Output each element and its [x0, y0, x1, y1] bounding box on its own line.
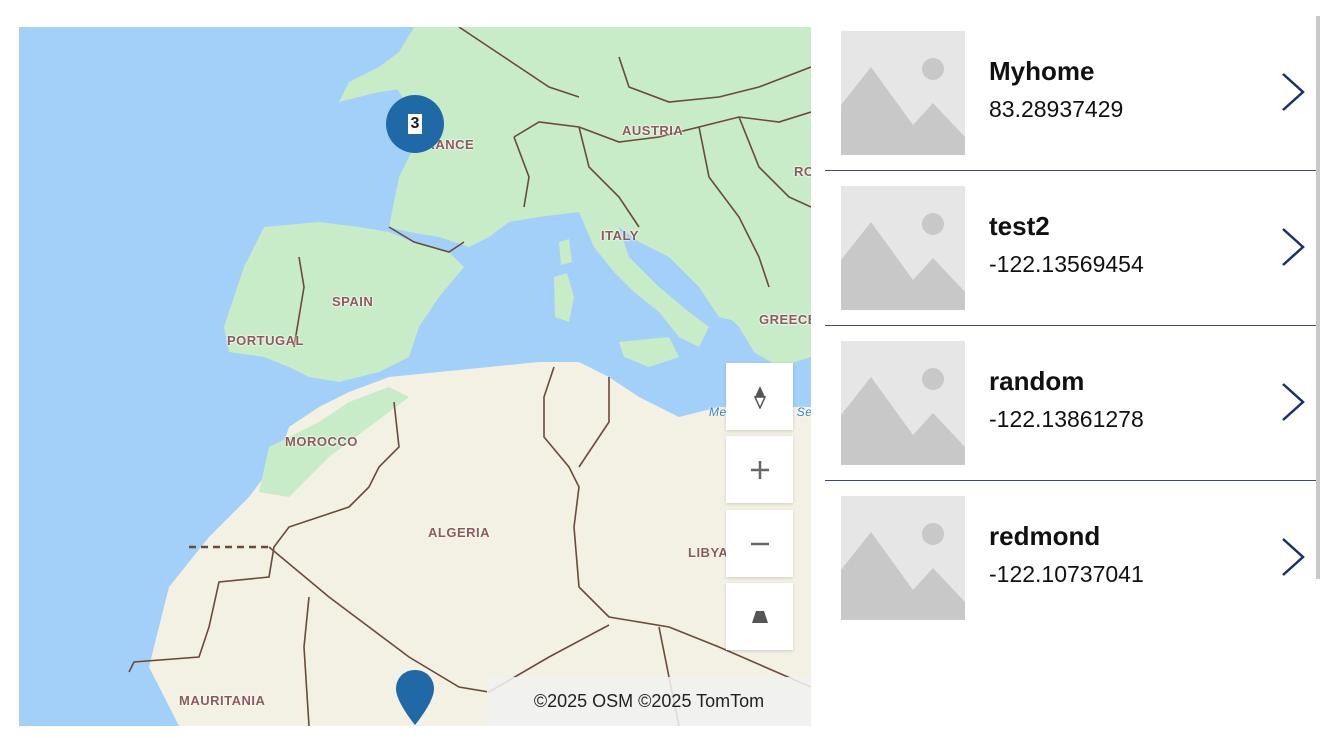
map-view[interactable]: FRANCE AUSTRIA RO ITALY SPAIN PORTUGAL G… — [19, 27, 811, 726]
location-list: Myhome 83.28937429 test2 -122.13569454 r… — [825, 16, 1316, 635]
cluster-count: 3 — [407, 114, 423, 134]
item-subtitle: -122.10737041 — [989, 561, 1144, 587]
image-placeholder-icon — [841, 31, 965, 155]
zoom-in-button[interactable] — [726, 436, 793, 503]
list-scrollbar[interactable] — [1316, 16, 1320, 579]
map-attribution: ©2025 OSM ©2025 TomTom — [487, 677, 811, 726]
label-italy: ITALY — [601, 228, 639, 243]
zoom-out-icon — [750, 542, 769, 545]
zoom-in-icon — [750, 460, 769, 479]
cluster-marker[interactable]: 3 — [386, 95, 444, 153]
compass-button[interactable] — [726, 363, 793, 430]
label-ro: RO — [794, 164, 811, 179]
image-placeholder-icon — [841, 341, 965, 465]
item-subtitle: -122.13861278 — [989, 406, 1144, 432]
map-pin-icon[interactable] — [395, 669, 435, 726]
list-item[interactable]: random -122.13861278 — [825, 326, 1316, 481]
chevron-right-icon[interactable] — [1279, 536, 1307, 578]
item-title: random — [989, 366, 1085, 396]
item-subtitle: -122.13569454 — [989, 251, 1144, 277]
image-placeholder-icon — [841, 496, 965, 620]
chevron-right-icon[interactable] — [1279, 381, 1307, 423]
list-item[interactable]: test2 -122.13569454 — [825, 171, 1316, 326]
item-title: Myhome — [989, 56, 1095, 86]
label-libya: LIBYA — [688, 545, 729, 560]
zoom-out-button[interactable] — [726, 510, 793, 577]
label-spain: SPAIN — [332, 294, 374, 309]
compass-icon — [753, 385, 766, 409]
item-title: test2 — [989, 211, 1050, 241]
item-title: redmond — [989, 521, 1101, 551]
label-austria: AUSTRIA — [622, 123, 684, 138]
label-algeria: ALGERIA — [428, 525, 490, 540]
chevron-right-icon[interactable] — [1279, 226, 1307, 268]
list-item[interactable]: Myhome 83.28937429 — [825, 16, 1316, 171]
list-item[interactable]: redmond -122.10737041 — [825, 481, 1316, 635]
chevron-right-icon[interactable] — [1279, 71, 1307, 113]
item-subtitle: 83.28937429 — [989, 96, 1124, 122]
label-portugal: PORTUGAL — [227, 333, 304, 348]
pitch-button[interactable] — [726, 583, 793, 650]
label-greece: GREECE — [759, 312, 811, 327]
label-mauritania: MAURITANIA — [179, 693, 266, 708]
label-morocco: MOROCCO — [285, 434, 358, 449]
pitch-icon — [751, 610, 768, 623]
image-placeholder-icon — [841, 186, 965, 310]
